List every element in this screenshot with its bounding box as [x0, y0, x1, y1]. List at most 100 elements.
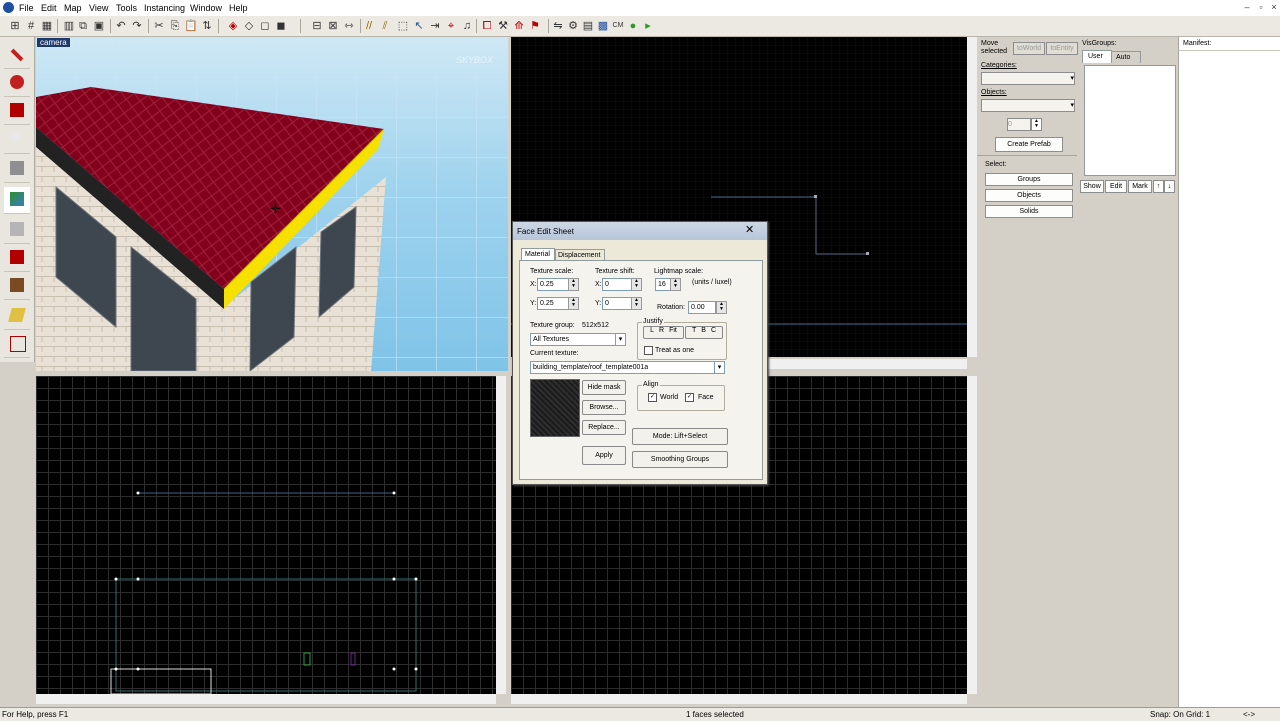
sound-icon[interactable]: ♫ — [460, 19, 474, 33]
front-viewport[interactable] — [36, 376, 496, 694]
objects-select[interactable]: ▾ — [981, 99, 1075, 112]
decal-icon[interactable]: ⚒ — [496, 19, 510, 33]
menu-window[interactable]: Window — [190, 3, 222, 13]
carve-icon[interactable]: ◈ — [226, 19, 240, 33]
compile-icon[interactable]: ● — [626, 19, 640, 33]
chevron-down-icon[interactable]: ▾ — [615, 333, 626, 346]
ungroup-icon[interactable]: ▣ — [92, 19, 106, 33]
redo-icon[interactable]: ↷ — [130, 19, 144, 33]
copy-icon[interactable]: ⎘ — [168, 19, 182, 33]
hollow-icon[interactable]: ◇ — [242, 19, 256, 33]
visgroup-edit-button[interactable]: Edit — [1105, 180, 1127, 193]
dialog-titlebar[interactable]: Face Edit Sheet ✕ — [513, 222, 767, 240]
menu-help[interactable]: Help — [229, 3, 248, 13]
menu-file[interactable]: File — [19, 3, 34, 13]
show-icon[interactable]: ◼ — [274, 19, 288, 33]
shift-y-spinner[interactable]: ▲ ▼ — [631, 297, 642, 310]
visgroup-show-button[interactable]: Show — [1080, 180, 1104, 193]
lightmap-scale-spinner[interactable]: ▲ ▼ — [670, 278, 681, 291]
justify-bottom-button[interactable]: B — [701, 327, 706, 334]
restore-icon[interactable]: ▫ — [1255, 2, 1267, 13]
menu-view[interactable]: View — [89, 3, 108, 13]
justify-top-button[interactable]: T — [692, 327, 696, 334]
overlay-tool[interactable] — [4, 273, 30, 300]
to-entity-button[interactable]: toEntity — [1046, 42, 1078, 55]
snap-icon[interactable]: ⇥ — [428, 19, 442, 33]
arrow-down-icon[interactable]: ↓ — [1164, 180, 1175, 193]
create-prefab-button[interactable]: Create Prefab — [995, 137, 1063, 152]
align-face-checkbox[interactable]: ✓ — [685, 393, 694, 402]
tab-visgroup-auto[interactable]: Auto — [1111, 51, 1141, 63]
clip-tool[interactable] — [4, 303, 30, 330]
shift-x-input[interactable]: 0 — [602, 278, 633, 291]
vertex-icon[interactable]: ⌖ — [444, 19, 458, 33]
align-world-checkbox[interactable]: ✓ — [648, 393, 657, 402]
justify-right-button[interactable]: R — [659, 327, 664, 334]
mode-button[interactable]: Mode: Lift+Select — [632, 428, 728, 445]
overlay-icon[interactable]: ⟰ — [512, 19, 526, 33]
entity-report-icon[interactable]: ▤ — [581, 19, 595, 33]
scale-x-input[interactable]: 0.25 — [537, 278, 569, 291]
select-face-icon[interactable]: ⧠ — [480, 19, 494, 33]
lightmap-scale-input[interactable]: 16 — [655, 278, 671, 291]
close-icon[interactable]: ✕ — [745, 223, 754, 236]
menu-edit[interactable]: Edit — [41, 3, 57, 13]
close-icon[interactable]: × — [1268, 2, 1280, 13]
texture-lock-icon[interactable]: ⇅ — [200, 19, 214, 33]
grid-toggle-icon[interactable]: ⊞ — [8, 19, 22, 33]
cut-icon[interactable]: ✂ — [152, 19, 166, 33]
ignore-groups-icon[interactable]: ⇋ — [551, 19, 565, 33]
front-viewport-scrollbar[interactable] — [496, 376, 506, 694]
flat-icon[interactable]: ⫽ — [378, 19, 392, 33]
treat-as-one-checkbox[interactable] — [644, 346, 653, 355]
texture-group-select[interactable]: All Textures — [530, 333, 620, 346]
side-viewport-hscrollbar[interactable] — [511, 694, 967, 704]
select-solids-button[interactable]: Solids — [985, 205, 1073, 218]
block-tool[interactable] — [4, 156, 30, 183]
visgroup-mark-button[interactable]: Mark — [1128, 180, 1152, 193]
cordon-icon[interactable]: ⚑ — [528, 19, 542, 33]
side-viewport-scrollbar[interactable] — [967, 376, 977, 694]
vertex-tool[interactable] — [4, 331, 30, 358]
prefab-count-input[interactable]: 0 — [1007, 118, 1031, 131]
grid-smaller-icon[interactable]: # — [24, 19, 38, 33]
justify-left-button[interactable]: L — [650, 327, 654, 334]
check-problems-icon[interactable]: ▩ — [596, 19, 610, 33]
model-icon[interactable]: ⊠ — [326, 19, 340, 33]
run-map-icon[interactable]: ▸ — [641, 19, 655, 33]
scale-x-spinner[interactable]: ▲ ▼ — [568, 278, 579, 291]
flip-icon[interactable]: ⇿ — [342, 19, 356, 33]
prefab-count-spinner[interactable]: ▲ ▼ — [1031, 118, 1042, 131]
visgroup-list[interactable] — [1084, 65, 1176, 176]
cubemap-icon[interactable]: CM — [611, 19, 625, 33]
select-objects-button[interactable]: Objects — [985, 189, 1073, 202]
chevron-down-icon[interactable]: ▾ — [714, 361, 725, 374]
bounding-box-icon[interactable]: ⬚ — [396, 19, 410, 33]
selection-tool[interactable] — [4, 42, 30, 69]
scale-y-input[interactable]: 0.25 — [537, 297, 569, 310]
menu-tools[interactable]: Tools — [116, 3, 137, 13]
apply-texture-tool[interactable] — [4, 217, 30, 244]
shift-x-spinner[interactable]: ▲ ▼ — [631, 278, 642, 291]
scale-y-spinner[interactable]: ▲ ▼ — [568, 297, 579, 310]
rotation-input[interactable]: 0.00 — [688, 301, 716, 314]
settings-icon[interactable]: ⚙ — [566, 19, 580, 33]
group-icon[interactable]: ⧉ — [76, 19, 90, 33]
rotation-spinner[interactable]: ▲ ▼ — [716, 301, 727, 314]
hide-icon[interactable]: ◻ — [258, 19, 272, 33]
front-viewport-hscrollbar[interactable] — [36, 694, 496, 704]
menu-instancing[interactable]: Instancing — [144, 3, 185, 13]
top-viewport-scrollbar[interactable] — [967, 37, 977, 357]
hide-mask-button[interactable]: Hide mask — [582, 380, 626, 395]
shift-y-input[interactable]: 0 — [602, 297, 633, 310]
texture-tool[interactable] — [4, 187, 30, 214]
justify-fit-button[interactable]: Fit — [669, 327, 677, 334]
replace-button[interactable]: Replace... — [582, 420, 626, 435]
browse-button[interactable]: Browse... — [582, 400, 626, 415]
arrow-up-icon[interactable]: ↑ — [1153, 180, 1164, 193]
3d-grid-icon[interactable]: ▥ — [62, 19, 76, 33]
to-world-button[interactable]: toWorld — [1013, 42, 1045, 55]
minimize-icon[interactable]: – — [1241, 2, 1253, 13]
paste-icon[interactable]: 📋 — [184, 19, 198, 33]
categories-select[interactable]: ▾ — [981, 72, 1075, 85]
